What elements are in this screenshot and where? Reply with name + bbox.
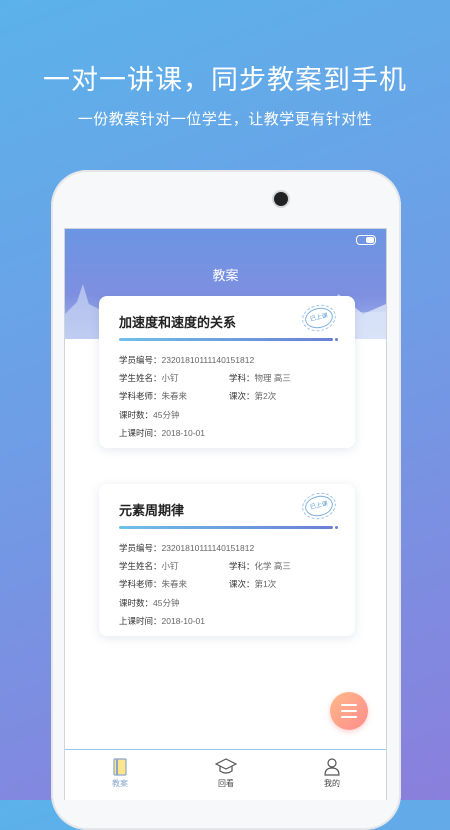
- class-time-row: 上课时间：2018-10-01: [119, 428, 205, 438]
- tab-label: 教案: [112, 779, 128, 788]
- lesson-title: 加速度和速度的关系: [119, 315, 237, 330]
- person-icon: [324, 758, 340, 776]
- camera-icon: [274, 192, 288, 206]
- divider-dot: [335, 526, 338, 529]
- tab-playback[interactable]: 回看: [196, 758, 256, 789]
- bottom-tab-bar: 教案 回看 我的: [65, 749, 386, 800]
- lesson-card[interactable]: 元素周期律 已上课 学员编号：23201810111140151812 学生姓名…: [99, 484, 355, 636]
- lesson-card[interactable]: 加速度和速度的关系 已上课 学员编号：23201810111140151812 …: [99, 296, 355, 448]
- tab-label: 我的: [324, 779, 340, 788]
- subject-row: 学科：化学 高三: [229, 561, 291, 571]
- subject-row: 学科：物理 高三: [229, 373, 291, 383]
- graduation-cap-icon: [215, 758, 237, 774]
- tab-profile[interactable]: 我的: [302, 758, 362, 789]
- tab-label: 回看: [218, 779, 234, 788]
- student-name-row: 学生姓名：小钉: [119, 561, 179, 571]
- divider-dot: [335, 338, 338, 341]
- student-id-row: 学员编号：23201810111140151812: [119, 355, 255, 365]
- hours-row: 课时数：45分钟: [119, 598, 180, 608]
- student-id-row: 学员编号：23201810111140151812: [119, 543, 255, 553]
- promo-headline: 一对一讲课，同步教案到手机: [43, 65, 407, 95]
- hours-row: 课时数：45分钟: [119, 410, 180, 420]
- session-row: 课次：第1次: [229, 579, 277, 589]
- class-time-row: 上课时间：2018-10-01: [119, 616, 205, 626]
- tab-lessons[interactable]: 教案: [90, 758, 150, 789]
- completed-stamp-icon: 已上课: [303, 493, 335, 519]
- app-screen: 教案 加速度和速度的关系 已上课 学员编号：232018101111401518…: [64, 228, 387, 800]
- page-title: 教案: [212, 268, 239, 283]
- completed-stamp-icon: 已上课: [303, 305, 335, 331]
- list-icon: [341, 704, 357, 718]
- card-divider: [119, 526, 333, 529]
- promo-subline: 一份教案针对一位学生，让教学更有针对性: [77, 111, 373, 128]
- menu-fab-button[interactable]: [330, 692, 368, 730]
- student-name-row: 学生姓名：小钉: [119, 373, 179, 383]
- teacher-row: 学科老师：朱春来: [119, 391, 188, 401]
- teacher-row: 学科老师：朱春来: [119, 579, 188, 589]
- battery-icon: [356, 235, 376, 245]
- card-divider: [119, 338, 333, 341]
- session-row: 课次：第2次: [229, 391, 277, 401]
- lesson-title: 元素周期律: [119, 503, 185, 518]
- book-icon: [113, 758, 127, 776]
